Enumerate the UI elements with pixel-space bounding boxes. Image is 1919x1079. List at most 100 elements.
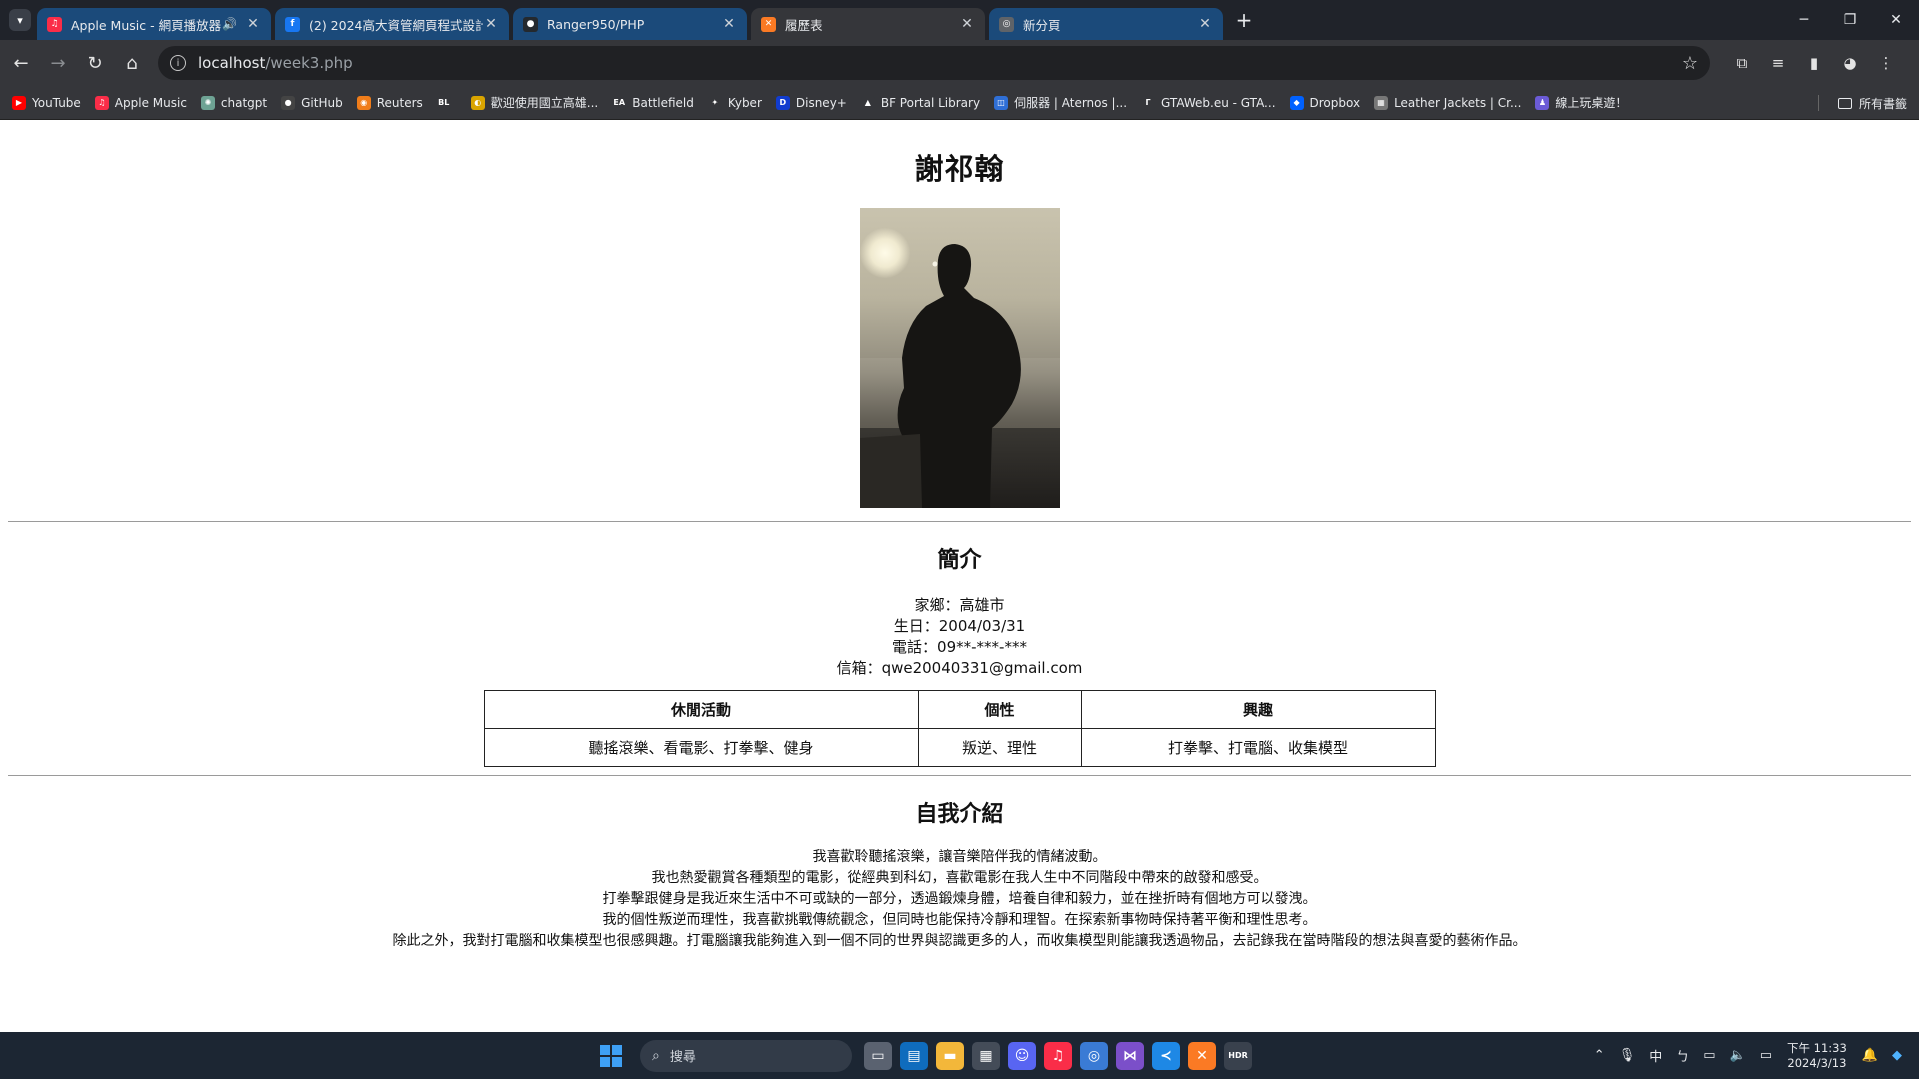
tab-2[interactable]: ● Ranger950/PHP ✕ (513, 8, 747, 40)
bookmark-item[interactable]: ◫ 伺服器 | Aternos |... (994, 94, 1127, 111)
bookmark-item[interactable]: ✺ chatgpt (200, 95, 267, 110)
close-tab-icon[interactable]: ✕ (245, 16, 261, 32)
table-cell: 叛逆、理性 (917, 728, 1082, 767)
folder-icon (1837, 97, 1852, 109)
back-button[interactable]: ← (5, 47, 37, 79)
task-view-icon[interactable]: ▭ (864, 1041, 892, 1070)
tab-search-button[interactable]: ▾ (9, 9, 31, 31)
bookmark-item[interactable]: ♫ Apple Music (94, 95, 187, 110)
site-info-icon[interactable]: i (170, 55, 186, 71)
bookmark-item[interactable]: ◉ Reuters (356, 95, 423, 110)
clock-time: 下午 11:33 (1787, 1040, 1847, 1055)
bookmark-item[interactable]: Γ GTAWeb.eu - GTA... (1141, 95, 1276, 110)
tab-1[interactable]: f (2) 2024高大資管網頁程式設計 ✕ (275, 8, 509, 40)
toolbar-actions: ⧉ ≡ ▮ ◕ ⋮ (1724, 47, 1904, 79)
network-icon[interactable]: ▭ (1703, 1048, 1715, 1063)
bookmark-item[interactable]: ▶ YouTube (12, 95, 81, 110)
chevron-up-icon[interactable]: ⌃ (1594, 1048, 1605, 1063)
new-tab-button[interactable]: + (1231, 7, 1257, 33)
minimize-button[interactable]: ─ (1781, 0, 1827, 40)
forward-button[interactable]: → (42, 47, 74, 79)
tab-0[interactable]: ♫ Apple Music - 網頁播放器 🔊 ✕ (37, 8, 271, 40)
info-label: 生日： (893, 617, 939, 635)
side-panel-icon[interactable]: ▮ (1796, 47, 1832, 79)
bookmark-item[interactable]: ▲ BF Portal Library (860, 95, 981, 110)
url-host: localhost (198, 54, 266, 72)
start-button[interactable] (594, 1039, 628, 1073)
restore-button[interactable]: ❐ (1827, 0, 1873, 40)
bookmark-label: GitHub (301, 95, 343, 110)
bookmark-star-icon[interactable]: ☆ (1682, 53, 1698, 74)
vscode-icon[interactable]: ≺ (1152, 1041, 1180, 1070)
visual-studio-icon[interactable]: ⋈ (1116, 1041, 1144, 1070)
tab-4[interactable]: ◎ 新分頁 ✕ (989, 8, 1223, 40)
hdr-icon[interactable]: HDR (1224, 1041, 1252, 1070)
bio-line: 我的個性叛逆而理性，我喜歡挑戰傳統觀念，但同時也能保持冷靜和理智。在探索新事物時… (602, 912, 1317, 928)
bookmark-item[interactable]: ▦ Leather Jackets | Cr... (1374, 95, 1521, 110)
divider-2 (8, 775, 1911, 776)
bio-heading: 自我介紹 (915, 801, 1004, 827)
bookmark-item[interactable]: EA Battlefield (612, 95, 694, 110)
close-tab-icon[interactable]: ✕ (721, 16, 737, 32)
close-tab-icon[interactable]: ✕ (483, 16, 499, 32)
github-icon: ● (281, 95, 296, 110)
all-bookmarks-button[interactable]: 所有書籤 (1837, 86, 1907, 120)
discord-icon[interactable]: ☺ (1008, 1041, 1036, 1070)
extensions-icon[interactable]: ⧉ (1724, 47, 1760, 79)
xampp-icon[interactable]: ✕ (1188, 1041, 1216, 1070)
apple-music-icon: ♫ (94, 95, 109, 110)
copilot-icon[interactable]: ◆ (1892, 1048, 1902, 1063)
microphone-icon[interactable]: 🎙 (1619, 1048, 1636, 1063)
chrome-icon[interactable]: ◎ (1080, 1041, 1108, 1070)
store-icon[interactable]: ▤ (900, 1041, 928, 1070)
home-button[interactable]: ⌂ (116, 47, 148, 79)
bookmark-item[interactable]: ♟ 線上玩桌遊！ (1535, 94, 1627, 111)
gtaweb-icon: Γ (1141, 95, 1156, 110)
file-explorer-icon[interactable]: ▬ (936, 1041, 964, 1070)
bookmark-item[interactable]: BL (436, 95, 457, 110)
battery-icon[interactable]: ▭ (1760, 1048, 1772, 1063)
info-value: 09**-***-*** (937, 638, 1027, 656)
bookmark-item[interactable]: ✦ Kyber (707, 95, 762, 110)
bl-icon: BL (436, 95, 451, 110)
windows-logo-icon (600, 1044, 622, 1067)
board-game-icon: ♟ (1535, 95, 1550, 110)
hobby-table: 休閒活動 個性 興趣 聽搖滾樂、看電影、打拳擊、健身 叛逆、理性 打拳擊、打電腦… (483, 690, 1436, 767)
reload-button[interactable]: ↻ (79, 47, 111, 79)
address-bar[interactable]: i localhost/week3.php ☆ (158, 46, 1710, 80)
bookmark-label: Dropbox (1309, 95, 1361, 110)
taskbar-search[interactable]: ⌕ 搜尋 (640, 1039, 852, 1072)
bookmark-item[interactable]: ◐ 歡迎使用國立高雄... (470, 94, 598, 111)
arrow-right-icon: → (50, 52, 66, 74)
apple-music-icon: ♫ (47, 16, 62, 32)
volume-icon[interactable]: 🔈 (1730, 1048, 1746, 1063)
notification-bell-icon[interactable]: 🔔 (1862, 1048, 1878, 1063)
bookmark-label: GTAWeb.eu - GTA... (1161, 95, 1276, 110)
media-control-icon[interactable]: ≡ (1760, 47, 1796, 79)
photo-app-icon[interactable]: ▦ (972, 1041, 1000, 1070)
kyber-icon: ✦ (707, 95, 722, 110)
profile-avatar-icon[interactable]: ◕ (1832, 47, 1868, 79)
bookmark-label: BF Portal Library (880, 95, 981, 110)
menu-kebab-icon[interactable]: ⋮ (1868, 47, 1904, 79)
apple-music-icon[interactable]: ♫ (1044, 1041, 1072, 1070)
tab-3[interactable]: ✕ 履歷表 ✕ (751, 8, 985, 40)
input-method-indicator[interactable]: 中 (1649, 1046, 1662, 1065)
bookmark-label: Apple Music (114, 95, 187, 110)
disney-icon: D (775, 95, 790, 110)
github-icon: ● (523, 16, 538, 32)
bookmarks-bar: ▶ YouTube ♫ Apple Music ✺ chatgpt ● GitHub ◉ Reut… (0, 86, 1919, 120)
bio-line: 打拳擊跟健身是我近來生活中不可或缺的一部分，透過鍛煉身體，培養自律和毅力，並在挫… (602, 891, 1317, 907)
bookmark-label: 伺服器 | Aternos |... (1014, 96, 1128, 110)
close-tab-icon[interactable]: ✕ (959, 16, 975, 32)
close-tab-icon[interactable]: ✕ (1197, 16, 1213, 32)
bookmark-item[interactable]: ◆ Dropbox (1289, 95, 1361, 110)
speaker-icon[interactable]: 🔊 (222, 17, 237, 31)
bf-portal-icon: ▲ (860, 95, 875, 110)
clock[interactable]: 下午 11:33 2024/3/13 (1787, 1041, 1847, 1071)
close-window-button[interactable]: ✕ (1873, 0, 1919, 40)
tab-title: 履歷表 (785, 17, 823, 33)
ime-mode-icon[interactable]: ㄅ (1676, 1046, 1689, 1065)
bookmark-item[interactable]: D Disney+ (775, 95, 847, 110)
bookmark-item[interactable]: ● GitHub (281, 95, 343, 110)
